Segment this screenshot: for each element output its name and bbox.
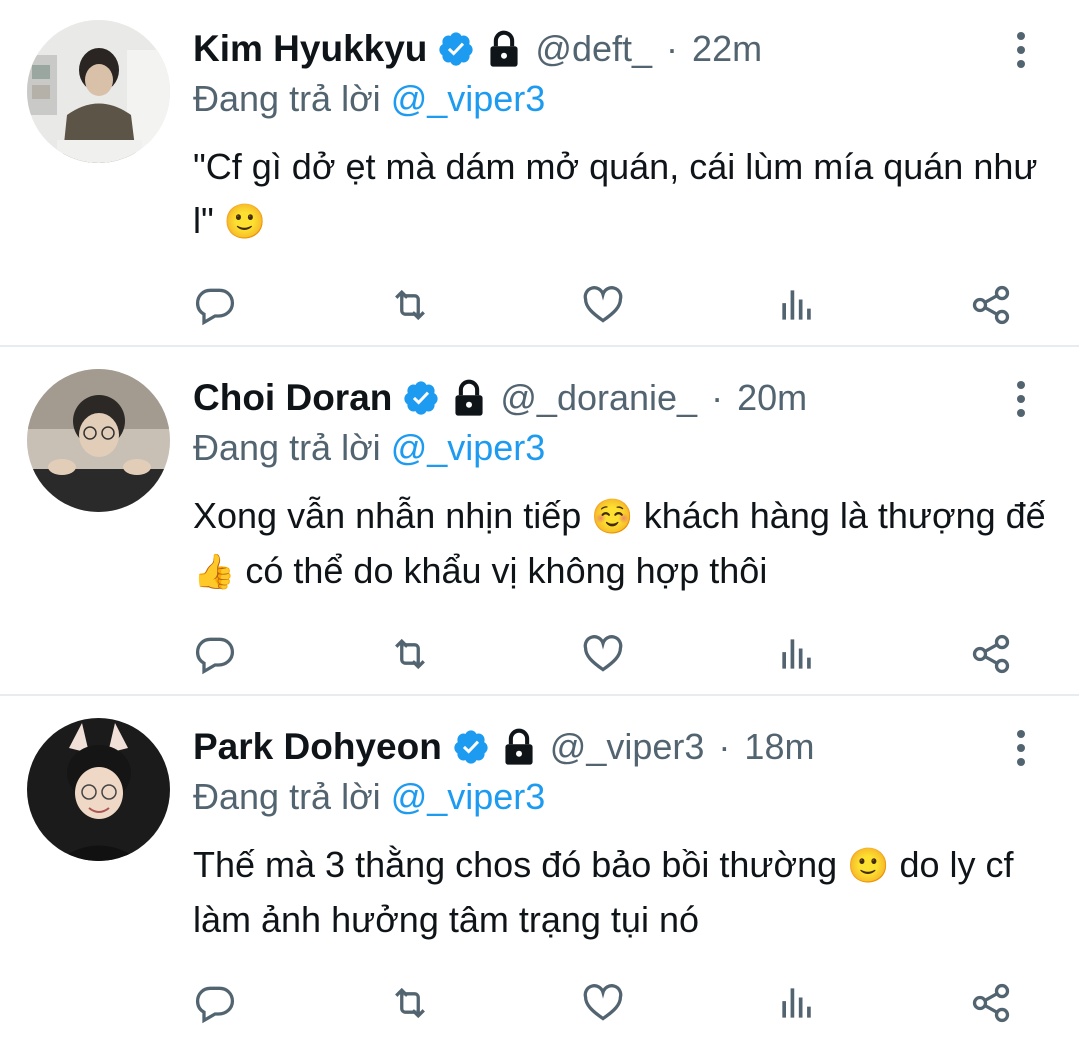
like-button[interactable]	[578, 978, 628, 1028]
like-icon	[583, 635, 623, 672]
reply-mention-link[interactable]: @_viper3	[391, 427, 546, 468]
tweet-text-content: "Cf gì dở ẹt mà dám mở quán, cái lùm mía…	[193, 146, 1038, 241]
tweet-text-part: Xong vẫn nhẫn nhịn tiếp	[193, 495, 582, 536]
tweet-text-part: có thể do khẩu vị không hợp thôi	[245, 550, 768, 591]
emoji: 👍	[193, 553, 236, 591]
reply-prefix: Đang trả lời	[193, 776, 381, 817]
emoji: 🙂	[847, 847, 890, 885]
tweet-text-part: khách hàng là thượng đế	[643, 495, 1046, 536]
timestamp[interactable]: 18m	[744, 726, 814, 768]
emoji: ☺️	[591, 498, 634, 536]
divider	[0, 345, 1079, 347]
reply-context: Đang trả lời @_viper3	[193, 427, 545, 469]
reply-mention-link[interactable]: @_viper3	[391, 776, 546, 817]
more-icon[interactable]	[1006, 379, 1036, 419]
like-button[interactable]	[578, 280, 628, 330]
like-button[interactable]	[578, 629, 628, 679]
more-icon[interactable]	[1006, 728, 1036, 768]
like-icon	[583, 286, 623, 323]
like-icon	[583, 984, 623, 1021]
reply-icon	[195, 986, 235, 1024]
divider	[0, 694, 1079, 696]
tweet-text: Thế mà 3 thằng chos đó bảo bồi thường 🙂 …	[193, 838, 1053, 947]
reply-context: Đang trả lời @_viper3	[193, 776, 545, 818]
reply-button[interactable]	[190, 978, 240, 1028]
author-handle[interactable]: @_viper3	[550, 726, 705, 768]
share-button[interactable]	[966, 978, 1016, 1028]
retweet-button[interactable]	[385, 978, 435, 1028]
author-name[interactable]: Kim Hyukkyu	[193, 28, 427, 70]
views-button[interactable]	[772, 629, 822, 679]
action-bar	[0, 280, 1079, 330]
reply-prefix: Đang trả lời	[193, 78, 381, 119]
share-icon	[972, 634, 1010, 674]
lock-icon	[455, 379, 483, 416]
share-button[interactable]	[966, 629, 1016, 679]
views-icon	[782, 290, 811, 320]
views-button[interactable]	[772, 978, 822, 1028]
reply-icon	[195, 288, 235, 326]
views-button[interactable]	[772, 280, 822, 330]
tweet[interactable]: Kim Hyukkyu @deft_ · 22m Đang trả lời @_…	[0, 0, 1079, 346]
retweet-icon	[395, 638, 425, 670]
reply-context: Đang trả lời @_viper3	[193, 78, 545, 120]
tweet-text-part: Thế mà 3 thằng chos đó bảo bồi thường	[193, 844, 838, 885]
share-icon	[972, 285, 1010, 325]
verified-icon	[404, 381, 439, 415]
avatar[interactable]	[27, 369, 170, 512]
retweet-icon	[395, 987, 425, 1019]
tweet[interactable]: Park Dohyeon @_viper3 · 18m Đang trả lời…	[0, 698, 1079, 1044]
tweet-text: "Cf gì dở ẹt mà dám mở quán, cái lùm mía…	[193, 140, 1053, 249]
retweet-button[interactable]	[385, 629, 435, 679]
lock-icon	[490, 30, 518, 67]
reply-prefix: Đang trả lời	[193, 427, 381, 468]
avatar[interactable]	[27, 718, 170, 861]
separator-dot: ·	[718, 726, 731, 767]
views-icon	[782, 988, 811, 1018]
reply-button[interactable]	[190, 280, 240, 330]
reply-button[interactable]	[190, 629, 240, 679]
verified-icon	[454, 730, 488, 764]
action-bar	[0, 629, 1079, 679]
retweet-button[interactable]	[385, 280, 435, 330]
timestamp[interactable]: 22m	[692, 28, 762, 70]
reply-icon	[195, 637, 235, 675]
author-handle[interactable]: @_doranie_	[500, 377, 697, 419]
more-icon[interactable]	[1006, 30, 1036, 70]
retweet-icon	[395, 289, 425, 321]
views-icon	[782, 639, 811, 669]
separator-dot: ·	[666, 28, 679, 69]
action-bar	[0, 978, 1079, 1028]
separator-dot: ·	[711, 377, 724, 418]
author-handle[interactable]: @deft_	[535, 28, 652, 70]
avatar[interactable]	[27, 20, 170, 163]
timestamp[interactable]: 20m	[737, 377, 807, 419]
emoji: 🙂	[223, 203, 267, 241]
lock-icon	[505, 728, 533, 765]
tweet-text: Xong vẫn nhẫn nhịn tiếp ☺️ khách hàng là…	[193, 489, 1053, 599]
author-name[interactable]: Park Dohyeon	[193, 726, 442, 768]
reply-mention-link[interactable]: @_viper3	[391, 78, 546, 119]
author-name[interactable]: Choi Doran	[193, 377, 392, 419]
verified-icon	[439, 32, 474, 66]
share-icon	[972, 983, 1010, 1023]
tweet[interactable]: Choi Doran @_doranie_ · 20m Đang trả lời…	[0, 349, 1079, 695]
share-button[interactable]	[966, 280, 1016, 330]
